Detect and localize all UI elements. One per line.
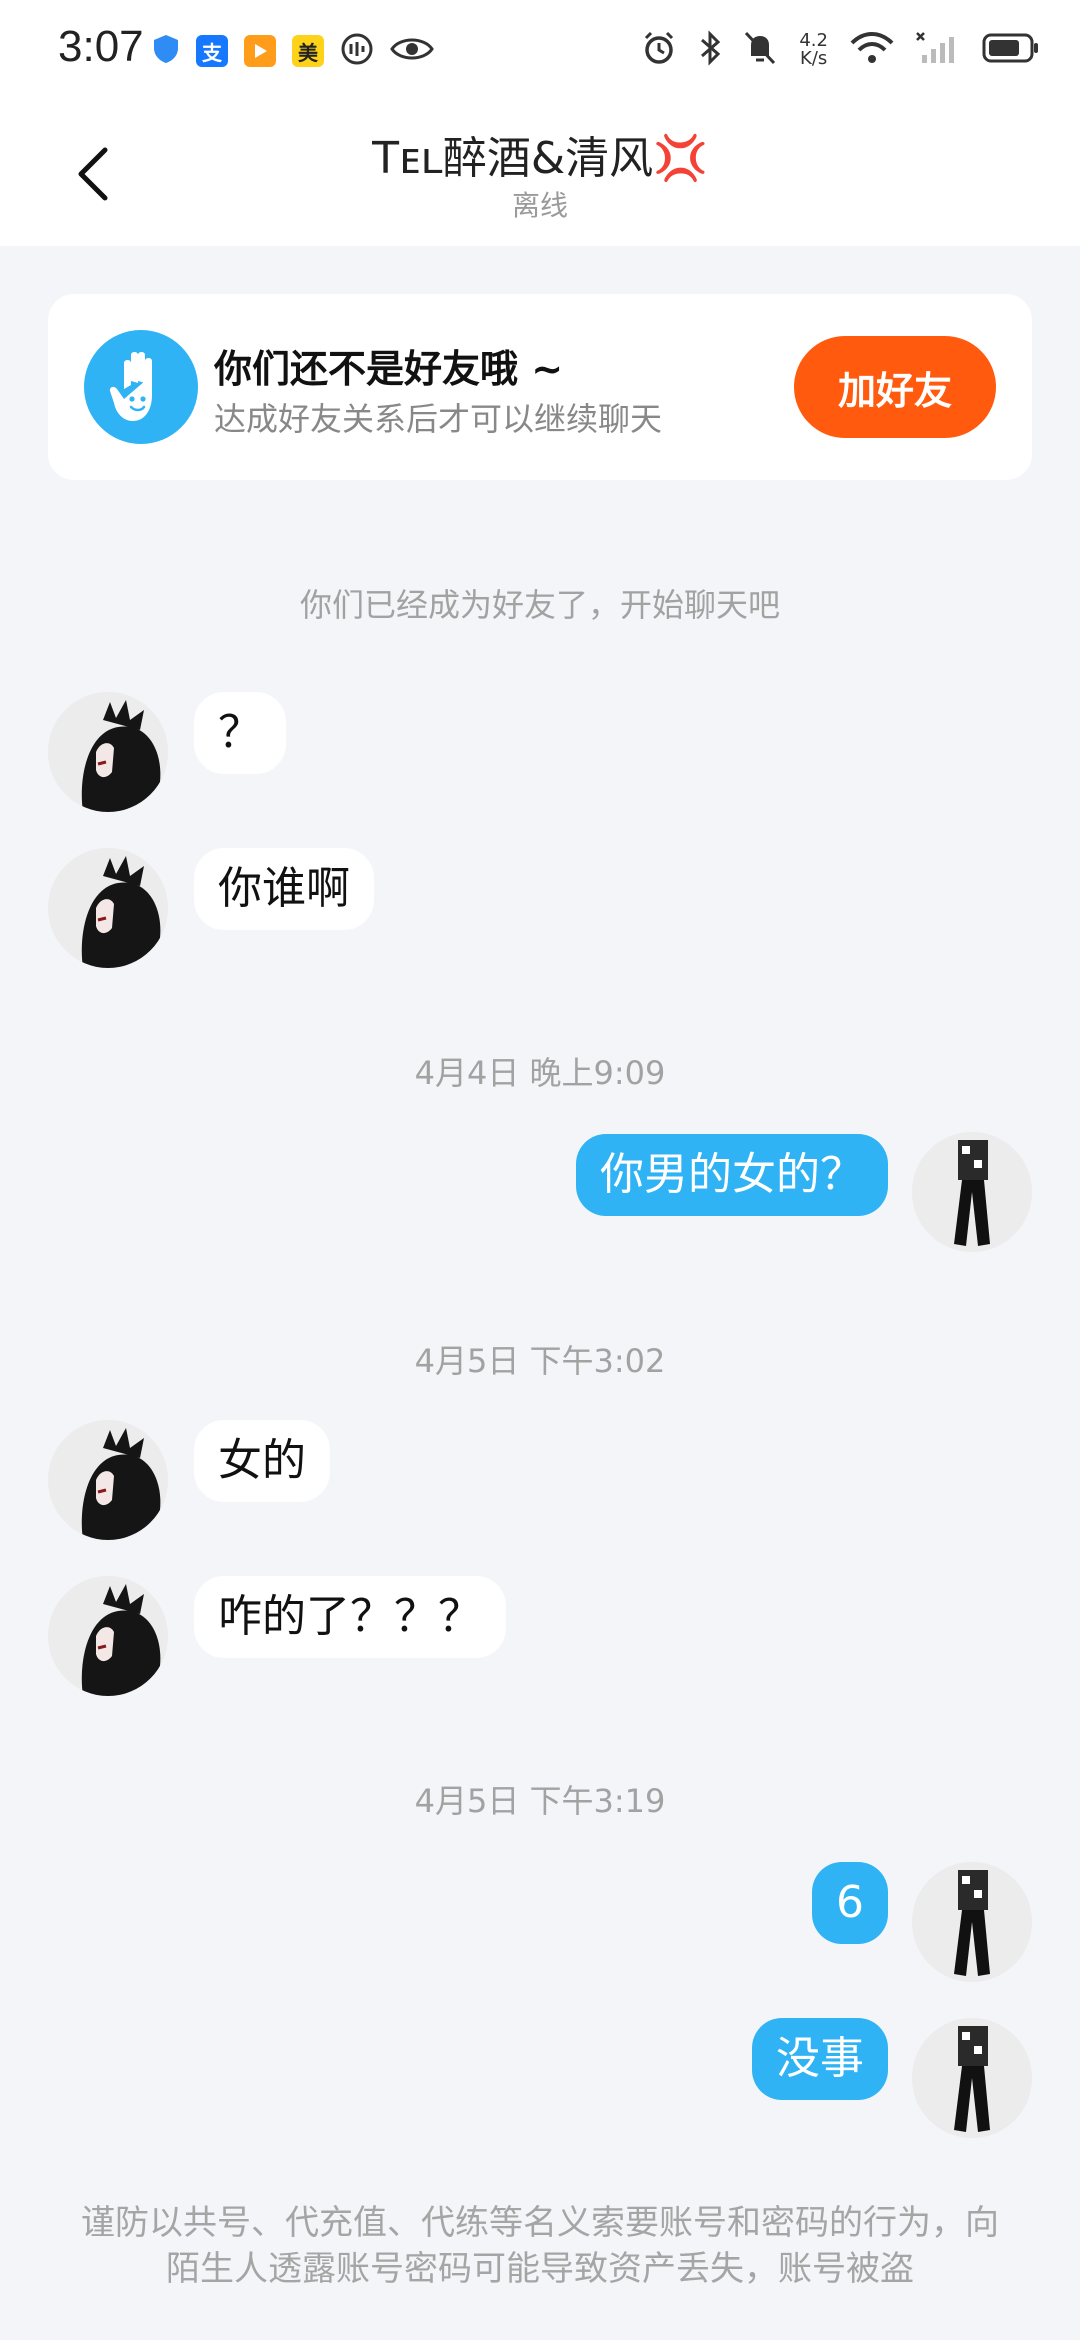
friend-notice-subtitle: 达成好友关系后才可以继续聊天 bbox=[214, 400, 663, 438]
add-friend-button[interactable]: 加好友 bbox=[794, 336, 996, 438]
message-bubble-in[interactable]: ？ bbox=[194, 692, 286, 774]
message-bubble-out[interactable]: 6 bbox=[812, 1862, 888, 1944]
system-message: 你们已经成为好友了，开始聊天吧 bbox=[299, 586, 780, 624]
contact-status: 离线 bbox=[511, 189, 568, 222]
eye-icon bbox=[390, 34, 434, 68]
friend-notice-card: 你们还不是好友哦 ~ 达成好友关系后才可以继续聊天 加好友 bbox=[48, 294, 1032, 480]
timestamp: 4月5日 下午3:19 bbox=[414, 1782, 666, 1820]
contact-avatar[interactable] bbox=[48, 1420, 168, 1540]
timestamp: 4月5日 下午3:02 bbox=[414, 1342, 666, 1380]
timestamp: 4月4日 晚上9:09 bbox=[414, 1054, 666, 1092]
message-bubble-in[interactable]: 你谁啊 bbox=[194, 848, 374, 930]
wifi-icon bbox=[850, 31, 894, 69]
battery-icon bbox=[982, 32, 1040, 68]
signal-icon bbox=[916, 31, 960, 69]
status-right-icons: 4.2 K/s bbox=[641, 30, 1040, 70]
message-bubble-in[interactable]: 咋的了？？？ bbox=[194, 1576, 506, 1658]
recorder-icon bbox=[340, 32, 374, 70]
shield-icon bbox=[152, 33, 180, 69]
status-bar: 3:07 支 美 4.2 K/s bbox=[0, 0, 1080, 100]
alarm-icon bbox=[641, 30, 677, 70]
status-time: 3:07 bbox=[58, 22, 144, 71]
my-avatar[interactable] bbox=[912, 1132, 1032, 1252]
mute-icon bbox=[743, 30, 777, 70]
contact-avatar[interactable] bbox=[48, 848, 168, 968]
message-bubble-out[interactable]: 你男的女的？ bbox=[576, 1134, 888, 1216]
hand-wave-icon bbox=[84, 330, 198, 444]
friend-notice-title: 你们还不是好友哦 ~ bbox=[214, 347, 564, 391]
message-bubble-in[interactable]: 女的 bbox=[194, 1420, 330, 1502]
my-avatar[interactable] bbox=[912, 2018, 1032, 2138]
security-warning: 谨防以共号、代充值、代练等名义索要账号和密码的行为，向陌生人透露账号密码可能导致… bbox=[81, 2203, 999, 2289]
alipay-icon: 支 bbox=[196, 35, 228, 67]
my-avatar[interactable] bbox=[912, 1862, 1032, 1982]
speed-unit: K/s bbox=[800, 48, 828, 69]
status-left-icons: 支 美 bbox=[152, 32, 434, 70]
contact-avatar[interactable] bbox=[48, 1576, 168, 1696]
video-icon bbox=[244, 35, 276, 67]
message-bubble-out[interactable]: 没事 bbox=[752, 2018, 888, 2100]
meituan-icon: 美 bbox=[292, 35, 324, 67]
bluetooth-icon bbox=[699, 30, 721, 70]
chat-header: Tᴇʟ醉酒&清风💢 离线 bbox=[0, 100, 1080, 246]
contact-name[interactable]: Tᴇʟ醉酒&清风💢 bbox=[0, 122, 1080, 186]
contact-avatar[interactable] bbox=[48, 692, 168, 812]
network-speed: 4.2 K/s bbox=[799, 32, 828, 68]
